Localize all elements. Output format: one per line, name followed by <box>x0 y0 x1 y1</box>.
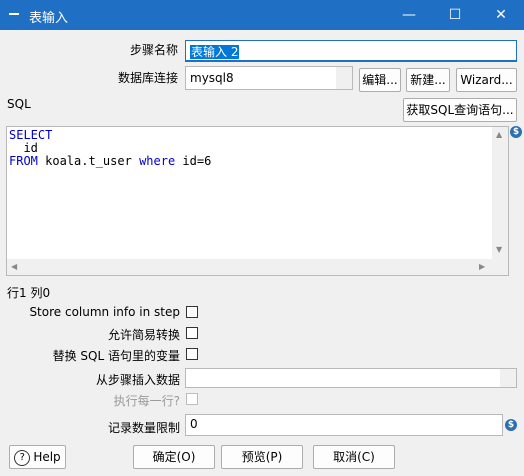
help-button-label: Help <box>33 450 61 464</box>
sql-text: koala.t_user <box>37 154 140 168</box>
sql-editor[interactable]: SELECT id FROM koala.t_user where id=6 ▲… <box>6 126 509 276</box>
limit-size-input[interactable]: 0 <box>185 414 503 436</box>
replace-variables-label: 替换 SQL 语句里的变量 <box>52 349 180 363</box>
cancel-button[interactable]: 取消(C) <box>313 445 395 469</box>
edit-connection-button[interactable]: 编辑... <box>359 68 401 92</box>
sql-keyword: SELECT <box>9 128 53 142</box>
chevron-down-icon <box>500 369 516 387</box>
scroll-down-icon[interactable]: ▼ <box>496 245 502 254</box>
scroll-right-icon[interactable]: ▶ <box>479 262 485 271</box>
maximize-button[interactable]: ☐ <box>432 0 478 30</box>
execute-each-row-label: 执行每一行? <box>113 394 180 408</box>
horizontal-scrollbar[interactable]: ◀ ▶ <box>7 259 492 275</box>
sql-code[interactable]: SELECT id FROM koala.t_user where id=6 <box>9 129 211 168</box>
new-connection-button[interactable]: 新建... <box>406 68 450 92</box>
scroll-up-icon[interactable]: ▲ <box>496 130 502 139</box>
help-button[interactable]: ? Help <box>9 445 66 469</box>
wizard-button[interactable]: Wizard... <box>456 68 517 92</box>
allow-lazy-conversion-label: 允许简易转换 <box>107 328 180 342</box>
store-column-info-label: Store column info in step <box>29 305 180 319</box>
sql-keyword: FROM <box>9 154 38 168</box>
preview-button[interactable]: 预览(P) <box>221 445 303 469</box>
variable-icon: $ <box>505 419 517 431</box>
store-column-info-checkbox[interactable] <box>186 306 198 318</box>
vertical-scrollbar[interactable]: ▲ ▼ <box>492 127 508 259</box>
chevron-down-icon <box>336 67 352 89</box>
allow-lazy-conversion-checkbox[interactable] <box>186 327 198 339</box>
close-button[interactable]: ✕ <box>478 0 524 30</box>
execute-each-row-checkbox[interactable] <box>186 393 198 405</box>
step-name-input[interactable]: 表输入 2 <box>185 40 517 62</box>
sql-text: id <box>9 141 38 155</box>
get-sql-button[interactable]: 获取SQL查询语句... <box>403 98 517 122</box>
cursor-position: 行1 列0 <box>7 286 51 300</box>
db-connection-label: 数据库连接 <box>117 71 178 85</box>
minimize-button[interactable]: — <box>386 0 432 30</box>
step-name-label: 步骤名称 <box>129 43 178 57</box>
title-bar: 表输入 — ☐ ✕ <box>0 0 524 30</box>
sql-label: SQL <box>7 97 31 111</box>
replace-variables-checkbox[interactable] <box>186 348 198 360</box>
app-icon <box>9 13 19 15</box>
variable-icon: $ <box>510 126 522 138</box>
limit-size-value: 0 <box>190 417 198 431</box>
scroll-left-icon[interactable]: ◀ <box>11 262 17 271</box>
sql-keyword: where <box>139 154 176 168</box>
help-icon: ? <box>14 449 31 466</box>
insert-data-from-step-label: 从步骤插入数据 <box>95 373 180 387</box>
insert-data-from-step-select[interactable] <box>185 368 517 388</box>
limit-size-label: 记录数量限制 <box>107 421 180 435</box>
sql-text: id=6 <box>175 154 212 168</box>
step-name-value: 表输入 2 <box>190 45 240 59</box>
db-connection-select[interactable]: mysql8 <box>185 66 353 90</box>
window-title: 表输入 <box>29 11 69 26</box>
db-connection-value: mysql8 <box>190 71 234 85</box>
scrollbar-corner <box>492 259 508 275</box>
ok-button[interactable]: 确定(O) <box>133 445 215 469</box>
